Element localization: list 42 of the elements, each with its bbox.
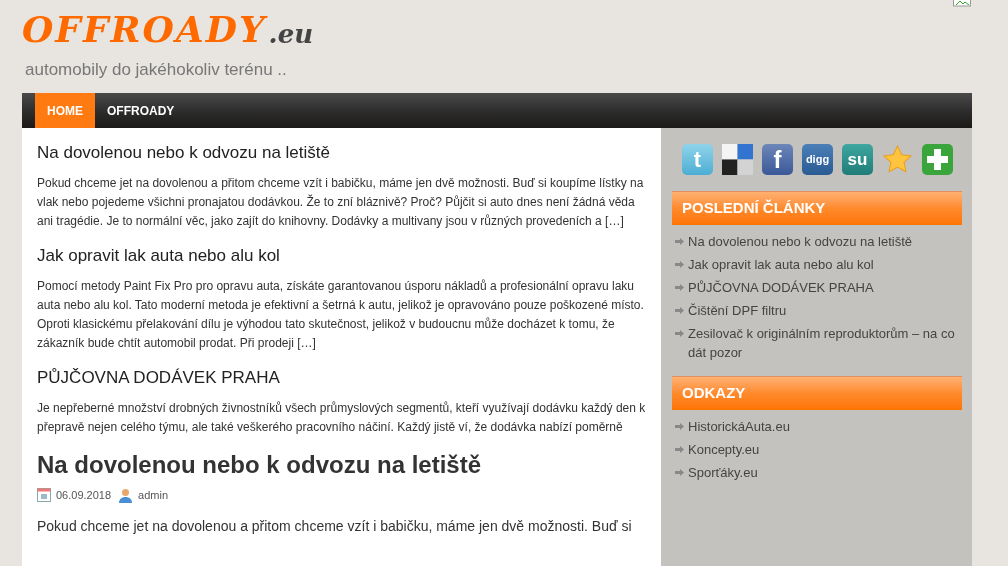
post-title[interactable]: Na dovolenou nebo k odvozu na letiště (37, 140, 646, 166)
broken-image-icon (953, 0, 971, 7)
widget-link[interactable]: Koncepty.eu (688, 440, 760, 459)
arrow-icon (675, 261, 684, 268)
post-date: 06.09.2018 (56, 488, 112, 503)
post-title[interactable]: PŮJČOVNA DODÁVEK PRAHA (37, 365, 646, 391)
widget-link[interactable]: Na dovolenou nebo k odvozu na letiště (688, 232, 913, 251)
arrow-icon (675, 284, 684, 291)
widget-heading: POSLEDNÍ ČLÁNKY (672, 191, 962, 225)
arrow-icon (675, 330, 684, 337)
widget-heading: ODKAZY (672, 376, 962, 410)
post-excerpt: Je nepřeberné množství drobných živnostníků všech průmyslových segmentů, kteří využívají dodávku každý den k přepravě nejen celého týmu, ale také veškerého pracovního náčiní. Každý jistě ví, že dodávka nabízí poměrně (37, 400, 646, 436)
post-excerpt: Pokud chceme jet na dovolenou a přitom chceme vzít i babičku, máme jen dvě možnosti. Buď si koupíme lístky na vlak nebo pojedeme všichni pronajatou dodávkou. Že to zní bláznivě? Proč? Půjčit si auto dnes není žádná věda ani tragédie. Je to normální věc, jako zajít do knihovny. Dodávky a multivany jsou v různých provedeních a […] (37, 175, 645, 230)
arrow-icon (675, 446, 684, 453)
article-title[interactable]: Na dovolenou nebo k odvozu na letiště (37, 449, 646, 481)
star-icon[interactable] (882, 144, 913, 175)
nav-tab[interactable]: OFFROADY (95, 93, 187, 128)
arrow-icon (675, 307, 684, 314)
widget-link[interactable]: HistorickáAuta.eu (688, 417, 790, 436)
stumbleupon-icon[interactable]: su (842, 144, 873, 175)
arrow-icon (675, 238, 684, 245)
arrow-icon (675, 423, 684, 430)
widget-link[interactable]: Zesilovač k originálním reproduktorům – na co dát pozor (688, 324, 962, 362)
site-tagline: automobily do jakéhokoliv terénu .. (25, 60, 287, 79)
article-body: Pokud chceme jet na dovolenou a přitom chceme vzít i babičku, máme jen dvě možnosti. Buď si (37, 516, 633, 536)
read-more-link[interactable]: […] (297, 336, 316, 350)
post-author[interactable]: admin (138, 487, 169, 504)
plus-icon[interactable] (922, 144, 953, 175)
post-excerpt: Pomocí metody Paint Fix Pro pro opravu auta, získáte garantovanou úsporu nákladů a profesionální opravu laku auta nebo alu kol. Tato moderní metoda je efektivní a šetrná k autu, jelikož je opravováno pouze poškozené místo. Oproti klasickému přelakování dílu je výhodou tato skutečnost, jelikož v budoucnu může docházet k tomu, že zákazník bude chtít automobil prodat. Při prodeji […] (37, 278, 645, 352)
widget-link[interactable]: Čištění DPF filtru (688, 301, 787, 320)
widget-link[interactable]: PŮJČOVNA DODÁVEK PRAHA (688, 278, 874, 297)
post-title[interactable]: Jak opravit lak auta nebo alu kol (37, 243, 646, 269)
widget-link[interactable]: Jak opravit lak auta nebo alu kol (688, 255, 874, 274)
widget-link[interactable]: Sporťáky.eu (688, 463, 758, 482)
read-more-link[interactable]: […] (605, 214, 624, 228)
digg-icon[interactable]: digg (802, 144, 833, 175)
delicious-icon[interactable] (722, 144, 753, 175)
logo-suffix: .eu (268, 21, 314, 47)
user-icon (118, 487, 134, 503)
arrow-icon (675, 469, 684, 476)
calendar-icon (37, 488, 51, 503)
facebook-icon[interactable]: f (762, 144, 793, 175)
